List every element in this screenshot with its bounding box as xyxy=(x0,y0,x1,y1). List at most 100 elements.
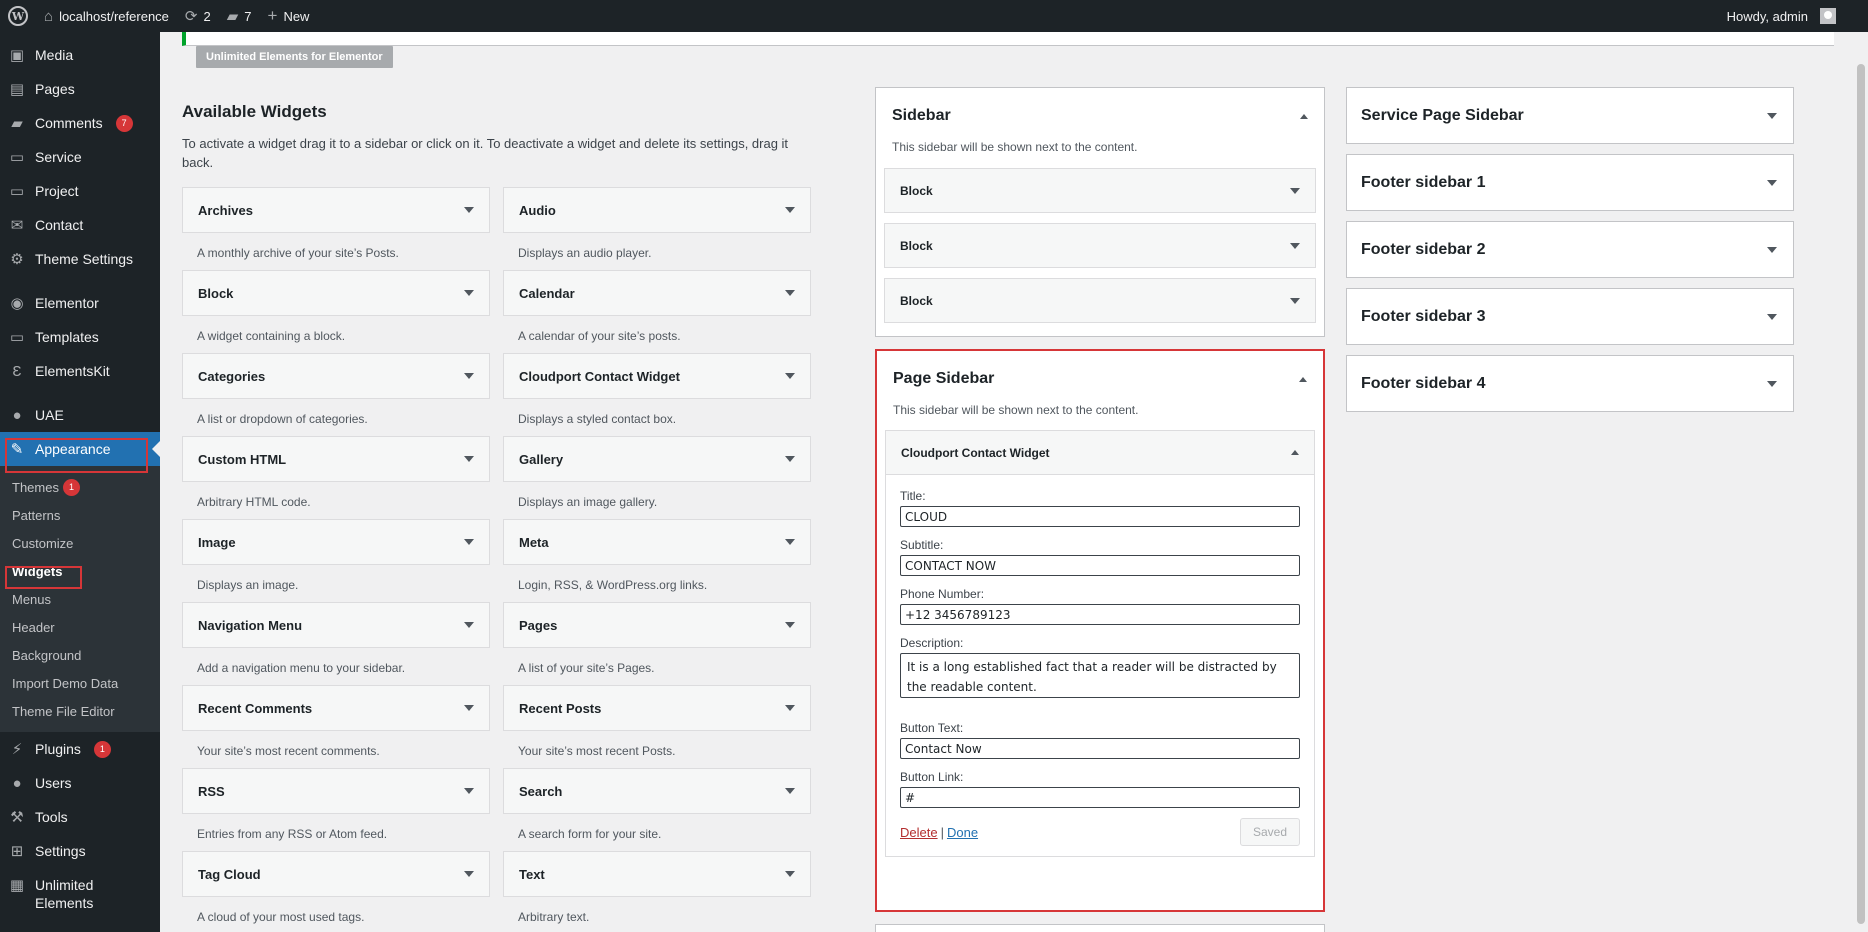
sidebar-widget-block-3[interactable]: Block xyxy=(884,278,1316,323)
expand-arrow-icon[interactable] xyxy=(464,373,474,379)
expand-arrow-icon[interactable] xyxy=(464,456,474,462)
expand-arrow-icon[interactable] xyxy=(785,539,795,545)
expand-arrow-icon[interactable] xyxy=(464,705,474,711)
submenu-import-demo[interactable]: Import Demo Data xyxy=(0,669,160,697)
widget-title-bar[interactable]: Image xyxy=(182,519,490,565)
expand-arrow-icon[interactable] xyxy=(464,622,474,628)
submenu-background[interactable]: Background xyxy=(0,641,160,669)
new-content-link[interactable]: + New xyxy=(260,0,318,32)
unlimited-elements-button[interactable]: Unlimited Elements for Elementor xyxy=(196,46,393,68)
collapse-arrow-icon[interactable] xyxy=(1299,376,1307,382)
expand-arrow-icon[interactable] xyxy=(464,290,474,296)
expand-arrow-icon[interactable] xyxy=(1767,246,1777,253)
expand-arrow-icon[interactable] xyxy=(785,456,795,462)
submenu-header[interactable]: Header xyxy=(0,613,160,641)
description-field[interactable]: It is a long established fact that a rea… xyxy=(900,653,1300,698)
menu-theme-settings[interactable]: ⚙ Theme Settings xyxy=(0,242,160,276)
sidebar-area-collapsed[interactable]: Footer sidebar 3 xyxy=(1346,288,1794,345)
done-link[interactable]: Done xyxy=(947,825,978,840)
expand-arrow-icon[interactable] xyxy=(785,290,795,296)
sidebar-widget-block-1[interactable]: Block xyxy=(884,168,1316,213)
scrollbar-thumb[interactable] xyxy=(1857,64,1865,924)
expand-arrow-icon[interactable] xyxy=(1767,380,1777,387)
title-field[interactable] xyxy=(900,506,1300,527)
widget-title-bar[interactable]: Meta xyxy=(503,519,811,565)
expand-arrow-icon[interactable] xyxy=(785,373,795,379)
submenu-themes[interactable]: Themes 1 xyxy=(0,473,160,501)
widget-title-bar[interactable]: Cloudport Contact Widget xyxy=(503,353,811,399)
site-name-link[interactable]: ⌂ localhost/reference xyxy=(36,0,177,32)
saved-button[interactable]: Saved xyxy=(1239,818,1300,846)
menu-uae[interactable]: ● UAE xyxy=(0,398,160,432)
page-sidebar-header[interactable]: Page Sidebar xyxy=(877,351,1323,407)
expand-arrow-icon[interactable] xyxy=(785,622,795,628)
collapse-arrow-icon[interactable] xyxy=(1291,450,1299,455)
expand-arrow-icon[interactable] xyxy=(464,788,474,794)
submenu-theme-file-editor[interactable]: Theme File Editor xyxy=(0,697,160,725)
menu-comments[interactable]: ▰ Comments 7 xyxy=(0,106,160,140)
menu-settings[interactable]: ⊞ Settings xyxy=(0,834,160,868)
menu-media[interactable]: ▣ Media xyxy=(0,38,160,72)
cloudport-widget-header[interactable]: Cloudport Contact Widget xyxy=(885,430,1315,475)
expand-arrow-icon[interactable] xyxy=(464,207,474,213)
widget-title-bar[interactable]: Calendar xyxy=(503,270,811,316)
sidebar-widget-block-2[interactable]: Block xyxy=(884,223,1316,268)
sidebar-area-collapsed[interactable]: Service Page Sidebar xyxy=(1346,87,1794,144)
expand-arrow-icon[interactable] xyxy=(785,788,795,794)
expand-arrow-icon[interactable] xyxy=(1290,187,1300,194)
wordpress-logo-icon[interactable]: W xyxy=(0,0,36,32)
widget-title-bar[interactable]: Navigation Menu xyxy=(182,602,490,648)
menu-unlimited-elements[interactable]: ▦ Unlimited Elements xyxy=(0,876,160,920)
sidebar-header[interactable]: Sidebar xyxy=(876,88,1324,144)
widget-title-bar[interactable]: RSS xyxy=(182,768,490,814)
expand-arrow-icon[interactable] xyxy=(785,705,795,711)
page-scrollbar[interactable] xyxy=(1854,32,1868,932)
widget-title-bar[interactable]: Text xyxy=(503,851,811,897)
menu-users[interactable]: ● Users xyxy=(0,766,160,800)
sidebar-area-collapsed[interactable]: Footer sidebar 2 xyxy=(1346,221,1794,278)
menu-project[interactable]: ▭ Project xyxy=(0,174,160,208)
menu-tools[interactable]: ⚒ Tools xyxy=(0,800,160,834)
updates-link[interactable]: ⟳ 2 xyxy=(177,0,219,32)
account-menu[interactable]: Howdy, admin xyxy=(1719,0,1844,32)
comments-link[interactable]: ▰ 7 xyxy=(219,0,260,32)
widget-title-bar[interactable]: Search xyxy=(503,768,811,814)
delete-link[interactable]: Delete xyxy=(900,825,938,840)
widget-title-bar[interactable]: Gallery xyxy=(503,436,811,482)
widget-title-bar[interactable]: Custom HTML xyxy=(182,436,490,482)
widget-title-bar[interactable]: Archives xyxy=(182,187,490,233)
widget-title-bar[interactable]: Recent Posts xyxy=(503,685,811,731)
expand-arrow-icon[interactable] xyxy=(464,539,474,545)
menu-templates[interactable]: ▭ Templates xyxy=(0,320,160,354)
sidebar-area-collapsed[interactable]: Footer sidebar 1 xyxy=(1346,154,1794,211)
button-link-field[interactable] xyxy=(900,787,1300,808)
sidebar-area-collapsed[interactable]: Footer sidebar 4 xyxy=(1346,355,1794,412)
menu-elementskit[interactable]: Ɛ ElementsKit xyxy=(0,354,160,388)
expand-arrow-icon[interactable] xyxy=(785,871,795,877)
expand-arrow-icon[interactable] xyxy=(1290,297,1300,304)
widget-title-bar[interactable]: Audio xyxy=(503,187,811,233)
menu-contact[interactable]: ✉ Contact xyxy=(0,208,160,242)
widget-title-bar[interactable]: Pages xyxy=(503,602,811,648)
menu-elementor[interactable]: ◉ Elementor xyxy=(0,286,160,320)
widget-title-bar[interactable]: Tag Cloud xyxy=(182,851,490,897)
submenu-widgets[interactable]: Widgets xyxy=(0,557,160,585)
widget-title-bar[interactable]: Recent Comments xyxy=(182,685,490,731)
menu-plugins[interactable]: ⚡ Plugins 1 xyxy=(0,732,160,766)
subtitle-field[interactable] xyxy=(900,555,1300,576)
menu-service[interactable]: ▭ Service xyxy=(0,140,160,174)
expand-arrow-icon[interactable] xyxy=(785,207,795,213)
submenu-patterns[interactable]: Patterns xyxy=(0,501,160,529)
phone-field[interactable] xyxy=(900,604,1300,625)
submenu-customize[interactable]: Customize xyxy=(0,529,160,557)
expand-arrow-icon[interactable] xyxy=(1767,112,1777,119)
submenu-menus[interactable]: Menus xyxy=(0,585,160,613)
button-text-field[interactable] xyxy=(900,738,1300,759)
widget-title-bar[interactable]: Categories xyxy=(182,353,490,399)
menu-appearance[interactable]: ✎ Appearance xyxy=(0,432,160,466)
expand-arrow-icon[interactable] xyxy=(1767,179,1777,186)
collapse-arrow-icon[interactable] xyxy=(1300,113,1308,119)
expand-arrow-icon[interactable] xyxy=(1767,313,1777,320)
menu-pages[interactable]: ▤ Pages xyxy=(0,72,160,106)
expand-arrow-icon[interactable] xyxy=(1290,242,1300,249)
